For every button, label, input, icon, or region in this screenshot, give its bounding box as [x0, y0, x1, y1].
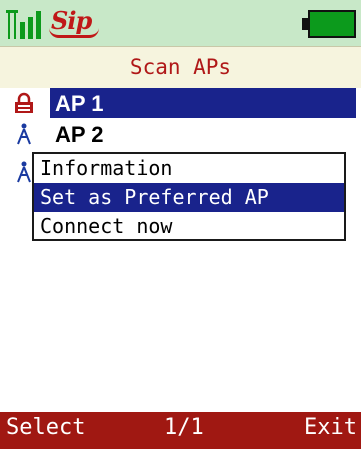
signal-bars-icon	[6, 10, 41, 39]
battery-icon	[302, 10, 356, 38]
title-bar: Scan APs	[0, 46, 361, 88]
list-item-ap-1[interactable]: AP 1	[0, 88, 361, 118]
menu-item-information[interactable]: Information	[34, 154, 344, 183]
antenna-icon	[17, 123, 31, 145]
page-title: Scan APs	[129, 55, 232, 79]
softkey-bar: Select 1/1 Exit	[0, 412, 361, 449]
sip-logo: Sip	[48, 6, 102, 40]
exit-softkey[interactable]: Exit	[304, 415, 357, 440]
options-popup-menu: Information Set as Preferred AP Connect …	[32, 152, 346, 241]
ap-label: AP 1	[55, 91, 104, 116]
list-item-ap-2[interactable]: AP 2	[0, 119, 361, 149]
ap-label: AP 2	[55, 122, 104, 147]
status-bar: Sip	[0, 0, 361, 46]
menu-item-connect-now[interactable]: Connect now	[34, 212, 344, 241]
select-softkey[interactable]: Select	[6, 415, 85, 440]
lock-icon	[15, 92, 33, 113]
menu-item-set-preferred-ap[interactable]: Set as Preferred AP	[34, 183, 344, 212]
page-indicator: 1/1	[164, 415, 204, 440]
